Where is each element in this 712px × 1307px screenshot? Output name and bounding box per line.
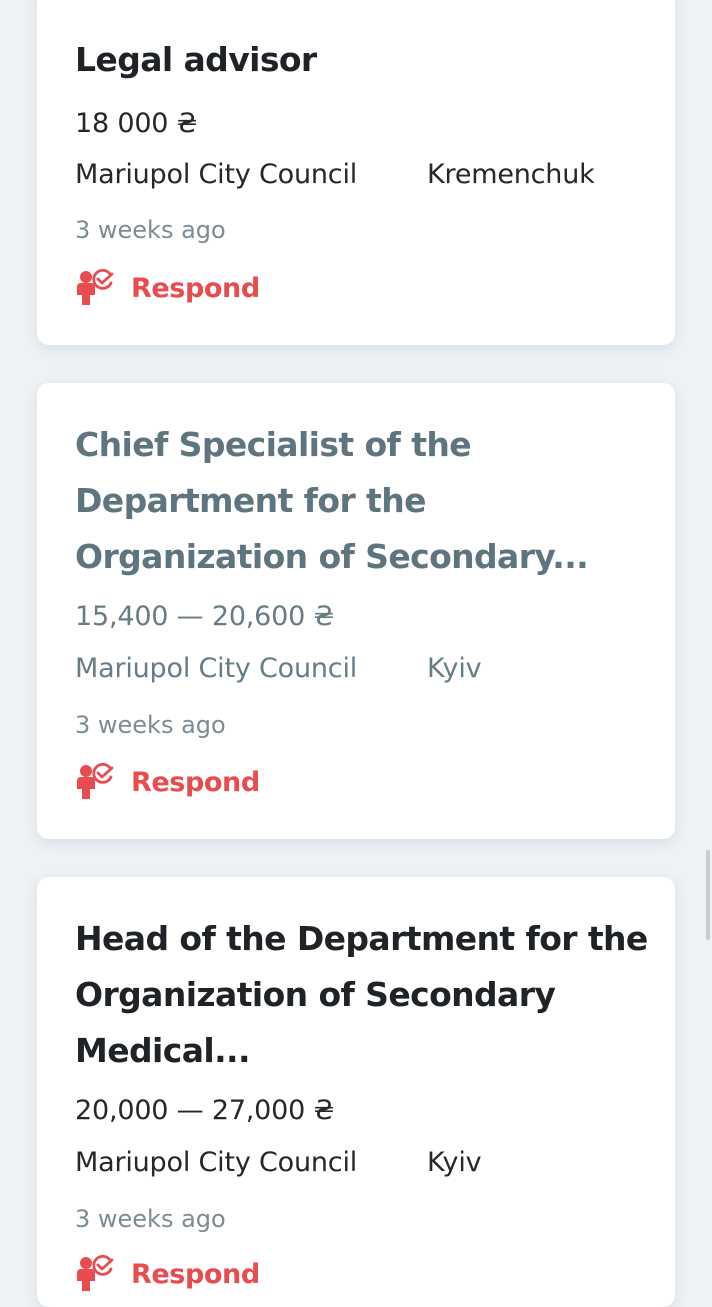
salary: 18 000 ₴ <box>75 108 198 139</box>
respond-button[interactable]: Respond <box>75 269 260 307</box>
respond-button[interactable]: Respond <box>75 1255 260 1293</box>
respond-label: Respond <box>131 272 260 304</box>
job-city: Kremenchuk <box>427 159 595 190</box>
person-check-icon <box>77 269 114 305</box>
job-card[interactable]: Legal advisor 18 000 ₴ Mariupol City Cou… <box>37 0 675 345</box>
employer-name: Mariupol City Council <box>75 653 358 684</box>
person-check-icon <box>77 763 114 799</box>
respond-button[interactable]: Respond <box>75 763 260 801</box>
employer-name: Mariupol City Council <box>75 1147 358 1178</box>
person-check-icon <box>77 1255 114 1291</box>
job-card[interactable]: Chief Specialist of the Department for t… <box>37 383 675 839</box>
respond-label: Respond <box>131 1258 260 1290</box>
job-city: Kyiv <box>427 653 482 684</box>
posted-time: 3 weeks ago <box>75 1205 226 1233</box>
respond-label: Respond <box>131 766 260 798</box>
job-title[interactable]: Chief Specialist of the Department for t… <box>75 417 655 585</box>
salary: 15,400 — 20,600 ₴ <box>75 601 335 632</box>
employer-name: Mariupol City Council <box>75 159 358 190</box>
job-title[interactable]: Head of the Department for the Organizat… <box>75 911 655 1079</box>
job-title[interactable]: Legal advisor <box>75 32 655 88</box>
job-card[interactable]: Head of the Department for the Organizat… <box>37 877 675 1307</box>
scrollbar-thumb[interactable] <box>706 850 710 940</box>
job-city: Kyiv <box>427 1147 482 1178</box>
salary: 20,000 — 27,000 ₴ <box>75 1095 335 1126</box>
posted-time: 3 weeks ago <box>75 216 226 244</box>
posted-time: 3 weeks ago <box>75 711 226 739</box>
